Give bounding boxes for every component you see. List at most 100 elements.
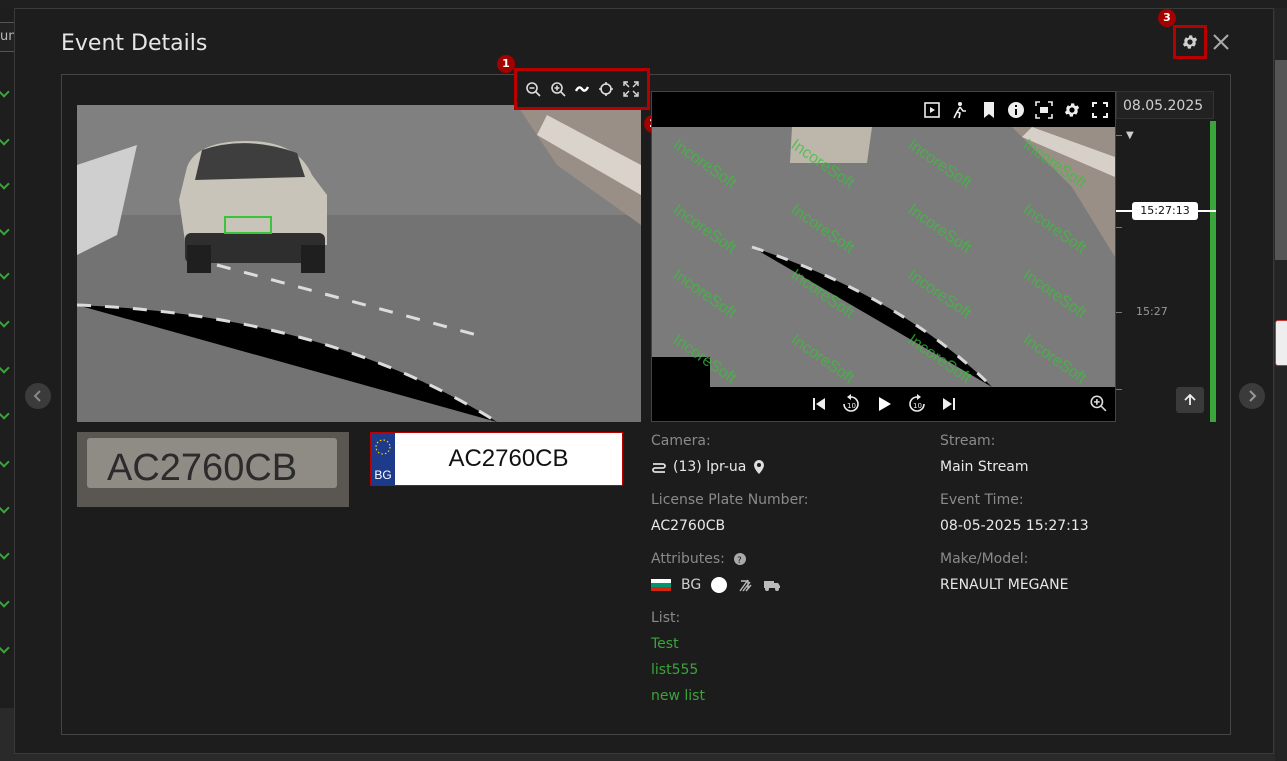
attribute-country: BG: [681, 577, 702, 593]
event-time-label: Event Time:: [940, 492, 1024, 508]
settings-button[interactable]: [1173, 25, 1207, 59]
list-item-test[interactable]: Test: [651, 636, 679, 652]
plate-crop-text: AC2760CB: [107, 447, 297, 489]
caret-down-icon: ▼: [1126, 130, 1134, 141]
background-thumbnail: [1275, 60, 1287, 260]
plate-number-label: License Plate Number:: [651, 492, 809, 508]
make-model-value: RENAULT MEGANE: [940, 577, 1069, 593]
attributes-label-row: Attributes: ?: [651, 551, 747, 567]
check-icon: [0, 642, 10, 654]
timeline-tick: [1116, 227, 1122, 228]
gear-icon: [1182, 35, 1198, 49]
arrow-up-icon: [1184, 393, 1196, 405]
camera-link-icon: [652, 463, 666, 473]
svg-text:10: 10: [847, 402, 856, 410]
check-icon: [0, 134, 10, 146]
player-toolbar: [923, 98, 1109, 122]
timeline-cursor-time[interactable]: 15:27:13: [1132, 202, 1198, 220]
help-icon[interactable]: ?: [733, 552, 747, 566]
crosshair-icon[interactable]: [598, 81, 614, 97]
list-item-list555[interactable]: list555: [651, 662, 698, 678]
chevron-left-icon: [33, 390, 41, 402]
event-snapshot[interactable]: [77, 105, 641, 422]
direction-icon: [739, 579, 752, 592]
timeline[interactable]: 08.05.2025 ▼ 15:27 15:27:13: [1116, 91, 1216, 422]
playback-controls: 10 10: [652, 387, 1115, 421]
zoom-out-icon[interactable]: [525, 81, 541, 97]
fullscreen-icon[interactable]: [1091, 101, 1109, 119]
event-content: 1 AC2760CB BG AC2760CB 2: [61, 55, 1231, 735]
date-select-value: 08.05.2025: [1123, 98, 1204, 114]
rewind-10-icon[interactable]: 10: [841, 394, 861, 414]
video-frame[interactable]: IncoreSoft IncoreSoft IncoreSoft IncoreS…: [652, 127, 1115, 387]
attributes-label: Attributes:: [651, 551, 725, 567]
camera-value: (13) lpr-ua: [651, 459, 766, 475]
stream-label: Stream:: [940, 433, 996, 449]
tilde-enhance-icon[interactable]: [574, 81, 590, 97]
close-icon: [1213, 34, 1229, 50]
camera-name: (13) lpr-ua: [673, 459, 747, 475]
check-icon: [0, 502, 10, 514]
video-player: IncoreSoft IncoreSoft IncoreSoft IncoreS…: [651, 91, 1116, 422]
player-settings-icon[interactable]: [1063, 101, 1081, 119]
bulgaria-flag-icon: [651, 579, 671, 591]
camera-label: Camera:: [651, 433, 711, 449]
image-toolbar: [514, 68, 650, 110]
event-time-value: 08-05-2025 15:27:13: [940, 518, 1089, 534]
bookmark-icon[interactable]: [981, 101, 997, 119]
check-icon: [0, 548, 10, 560]
fit-screen-icon[interactable]: [623, 81, 639, 97]
color-white-icon: [711, 577, 728, 593]
make-model-label: Make/Model:: [940, 551, 1029, 567]
check-icon: [0, 178, 10, 190]
play-icon[interactable]: [875, 395, 893, 413]
license-plate-display: BG AC2760CB: [370, 432, 623, 486]
previous-event-button[interactable]: [25, 383, 51, 409]
modal-title: Event Details: [61, 31, 208, 56]
check-icon: [0, 456, 10, 468]
attributes-row: BG: [651, 577, 781, 593]
plate-number-value: AC2760CB: [651, 518, 726, 534]
location-pin-icon[interactable]: [752, 459, 766, 475]
plate-crop-image: AC2760CB: [77, 432, 349, 507]
scroll-up-button[interactable]: [1176, 387, 1204, 413]
timeline-tick: [1116, 389, 1122, 390]
event-details-modal: Event Details 3 1 AC2760CB BG AC2760CB I…: [14, 8, 1274, 754]
svg-text:?: ?: [737, 556, 742, 566]
eu-flag-icon: BG: [371, 433, 395, 485]
player-zoom-button[interactable]: [1089, 394, 1107, 416]
date-select[interactable]: 08.05.2025 ▼: [1116, 91, 1214, 141]
list-item-new-list[interactable]: new list: [651, 688, 705, 704]
check-icon: [0, 362, 10, 374]
list-label: List:: [651, 610, 681, 626]
check-icon: [0, 268, 10, 280]
forward-10-icon[interactable]: 10: [907, 394, 927, 414]
motion-icon[interactable]: [951, 101, 971, 119]
chevron-right-icon: [1249, 390, 1257, 402]
skip-previous-icon[interactable]: [811, 396, 827, 412]
export-video-icon[interactable]: [923, 101, 941, 119]
zoom-in-icon: [1090, 395, 1107, 412]
close-button[interactable]: [1210, 31, 1232, 53]
check-icon: [0, 224, 10, 236]
background-sidebar: [0, 8, 14, 708]
recording-bar: [1210, 121, 1216, 422]
background-item: [1275, 320, 1287, 366]
car-snapshot-image: [77, 105, 641, 422]
background-topbar: [0, 0, 1287, 8]
timeline-tick: [1116, 312, 1122, 313]
next-event-button[interactable]: [1239, 383, 1265, 409]
check-icon: [0, 408, 10, 420]
info-icon[interactable]: [1007, 101, 1025, 119]
check-icon: [0, 596, 10, 608]
screenshot-icon[interactable]: [1035, 101, 1053, 119]
svg-text:10: 10: [913, 402, 922, 410]
skip-next-icon[interactable]: [941, 396, 957, 412]
timeline-tick-label: 15:27: [1136, 305, 1168, 318]
stream-value: Main Stream: [940, 459, 1029, 475]
background-input[interactable]: un: [0, 22, 15, 52]
timeline-tick: [1116, 135, 1122, 136]
annotation-badge-1: 1: [497, 55, 515, 73]
plate-number-text: AC2760CB: [448, 445, 569, 472]
zoom-in-icon[interactable]: [550, 81, 566, 97]
